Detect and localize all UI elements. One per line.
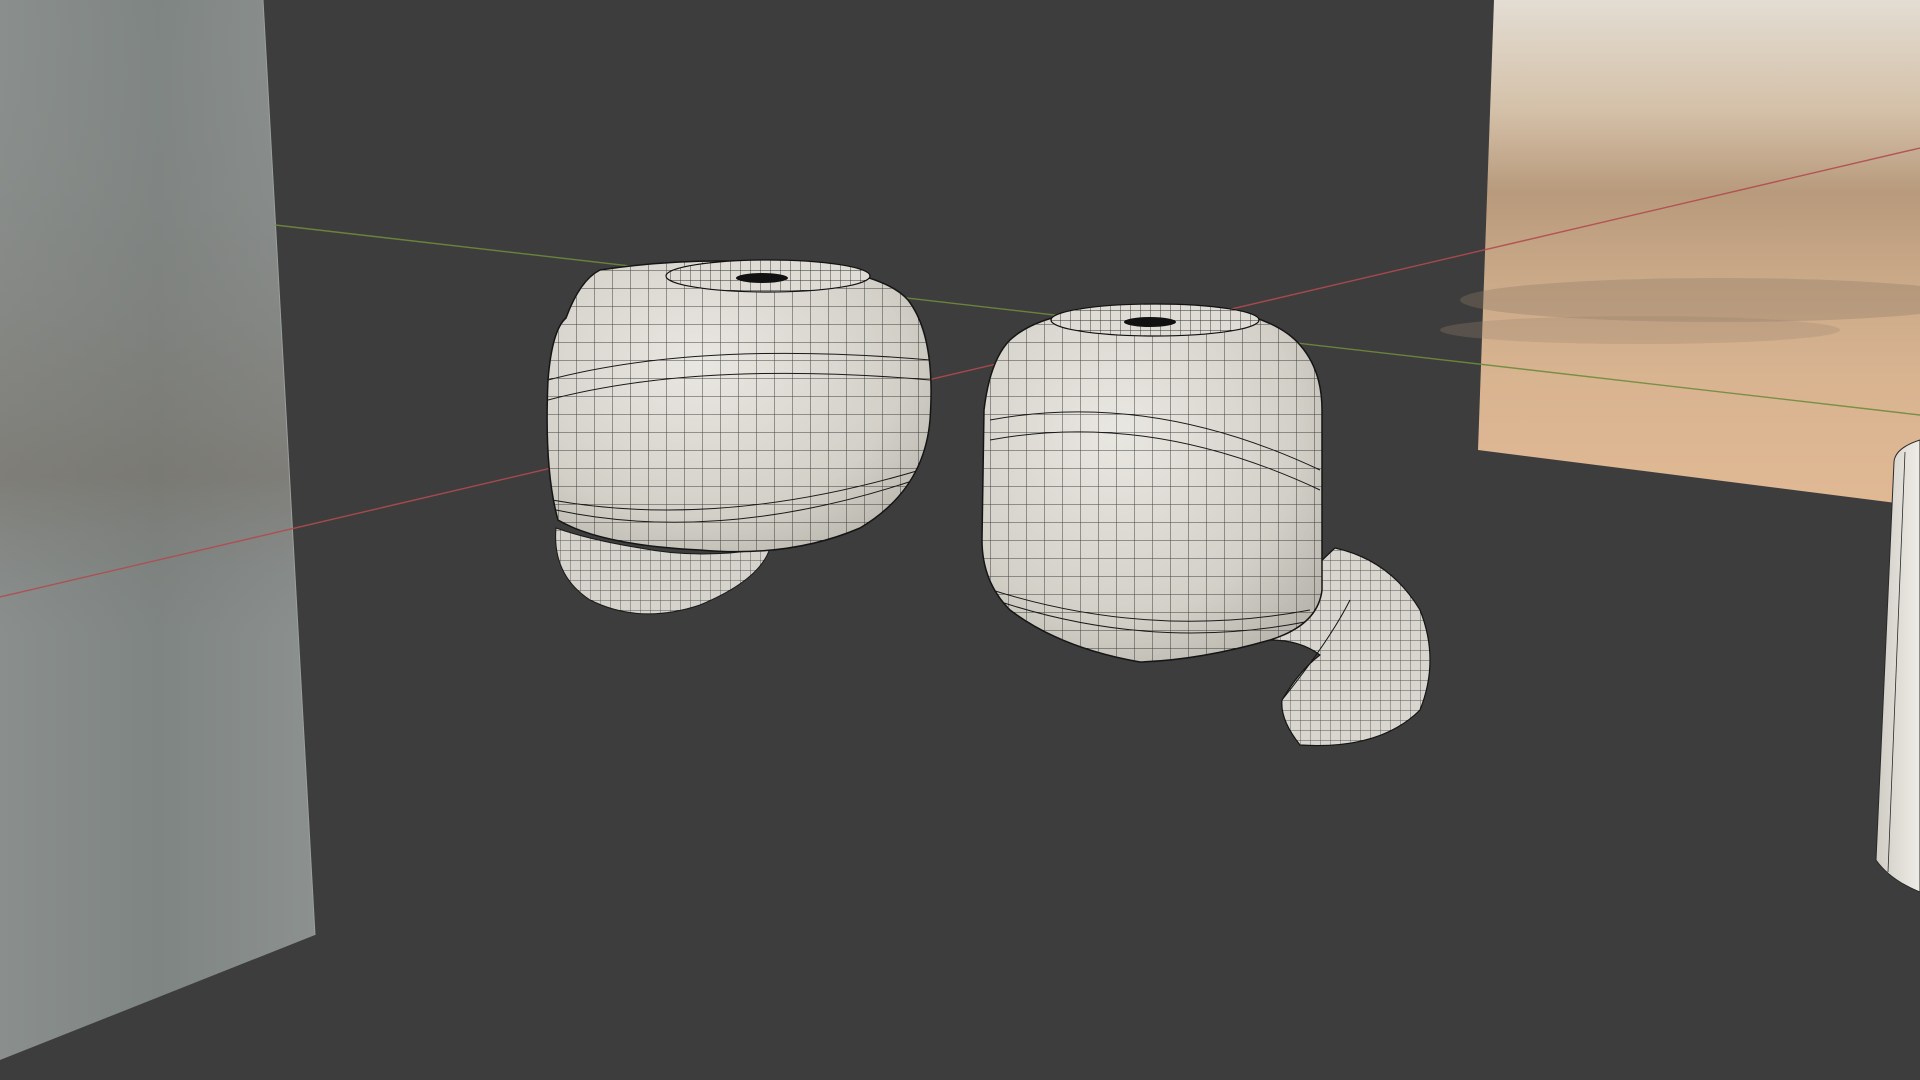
right-earbud-mesh[interactable] <box>980 300 1431 747</box>
left-backdrop-plane[interactable] <box>0 0 316 1060</box>
right-reference-image-plane[interactable] <box>1440 0 1920 506</box>
3d-viewport[interactable] <box>0 0 1920 1080</box>
left-earbud-mesh[interactable] <box>540 255 940 615</box>
cylinder-mesh[interactable] <box>1875 439 1920 893</box>
